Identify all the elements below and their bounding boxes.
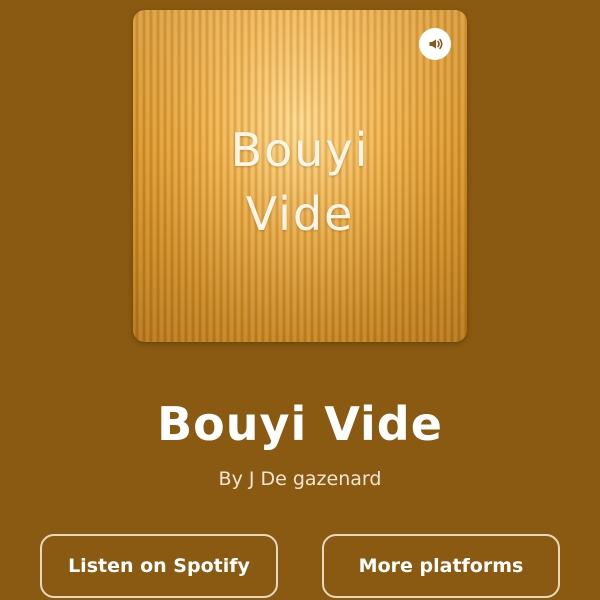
cover-title: Bouyi Vide xyxy=(133,118,467,246)
podcast-broadcast-icon-glyph xyxy=(429,38,443,50)
podcast-broadcast-icon xyxy=(419,28,451,60)
podcast-cover-art: Bouyi Vide xyxy=(133,10,467,342)
listen-on-spotify-label: Listen on Spotify xyxy=(68,555,250,577)
podcast-title: Bouyi Vide xyxy=(157,397,443,451)
more-platforms-label: More platforms xyxy=(358,555,524,577)
podcast-author: By J De gazenard xyxy=(218,468,382,490)
listen-on-spotify-button[interactable]: Listen on Spotify xyxy=(40,534,278,598)
cover-title-line-1: Bouyi xyxy=(230,123,370,177)
podcast-page: Bouyi Vide Bouyi Vide By J De gazenard L… xyxy=(0,0,600,600)
cover-title-line-2: Vide xyxy=(245,187,355,241)
more-platforms-button[interactable]: More platforms xyxy=(322,534,560,598)
